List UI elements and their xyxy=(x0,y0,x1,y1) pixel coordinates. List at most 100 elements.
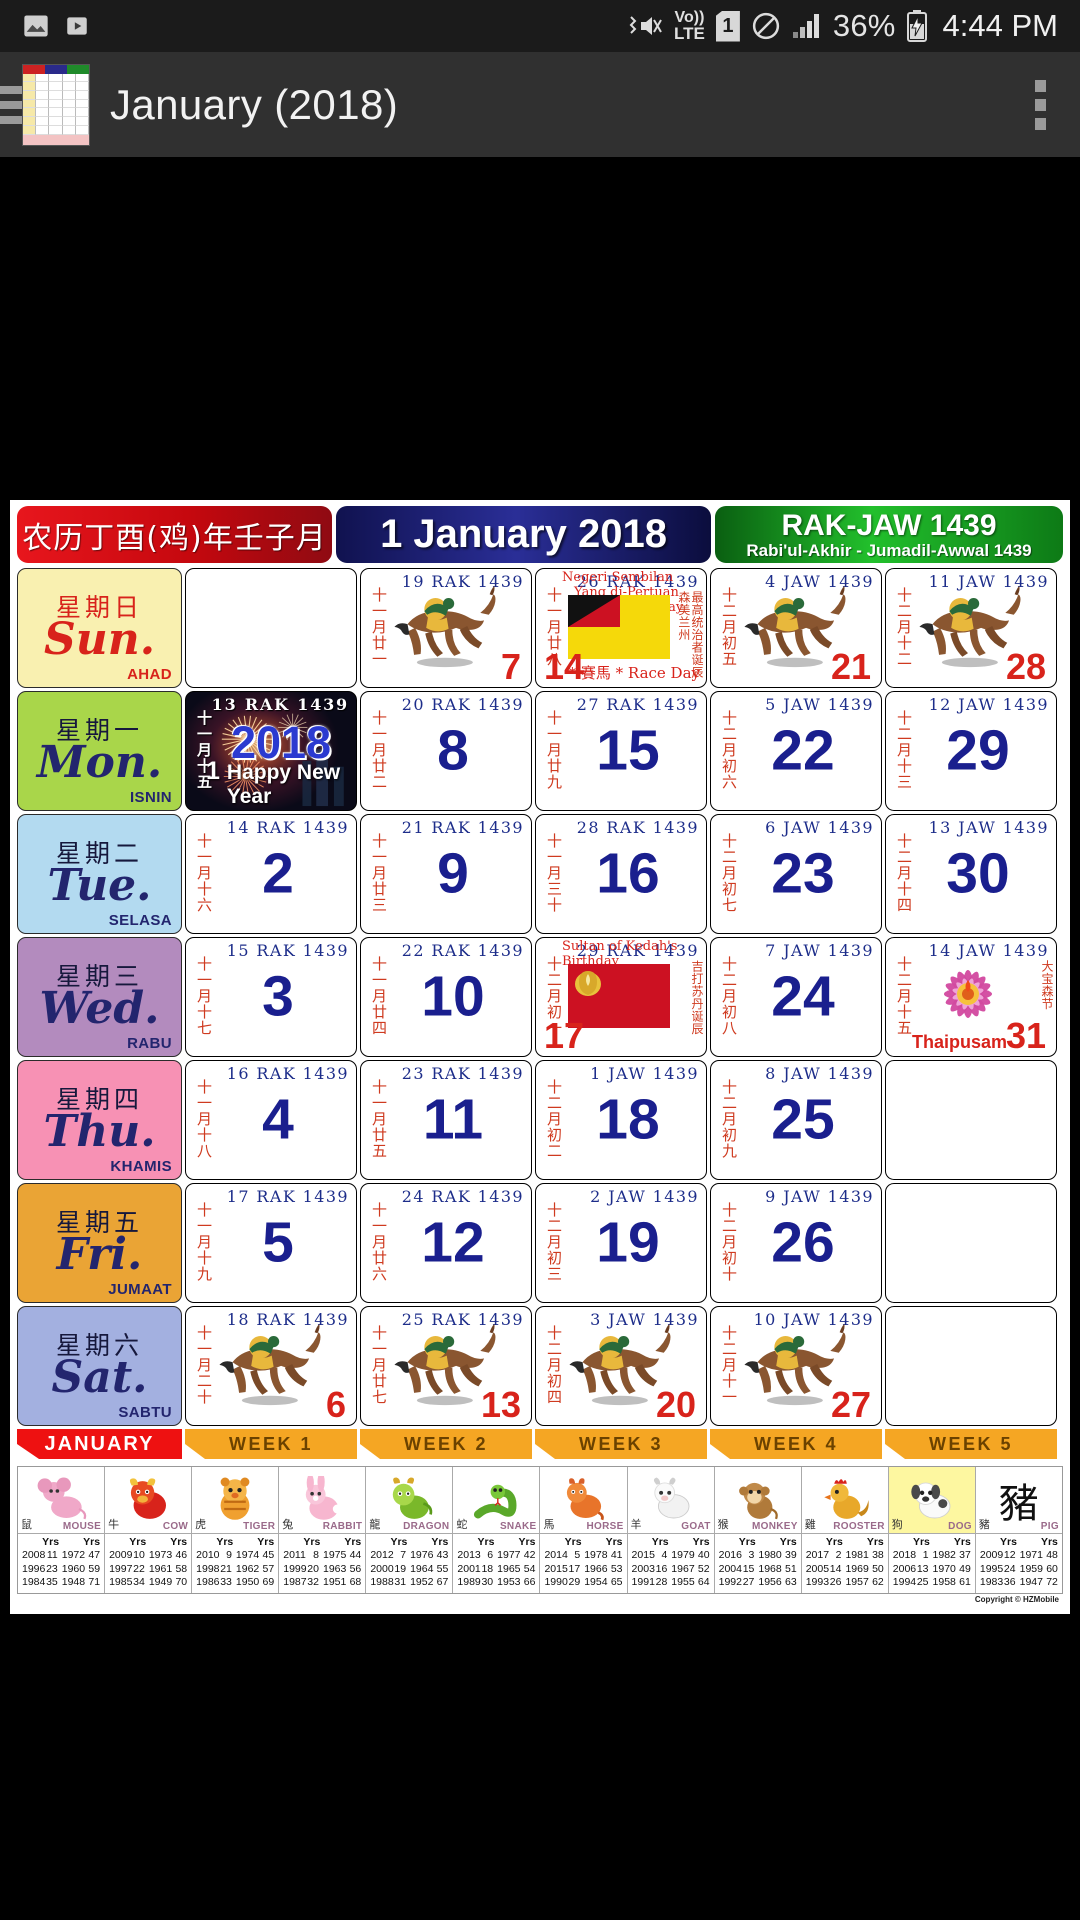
yrs-header-1: Yrs xyxy=(912,1536,930,1548)
age-value: 39 xyxy=(784,1549,797,1562)
age-value: 62 xyxy=(872,1576,884,1589)
date-cell-19[interactable]: 2 JAW 1439 十二月初三 19 xyxy=(535,1183,707,1303)
date-cell-30[interactable]: 13 JAW 1439 十二月十四 30 xyxy=(885,814,1057,934)
date-cell-6[interactable]: 18 RAK 1439 十一月二十 6 xyxy=(185,1306,357,1426)
date-cell-2[interactable]: 14 RAK 1439 十一月十六 2 xyxy=(185,814,357,934)
monkey-icon: 猴 MONKEY xyxy=(715,1467,801,1533)
date-cell-23[interactable]: 6 JAW 1439 十二月初七 23 xyxy=(710,814,882,934)
day-number: 4 xyxy=(262,1087,294,1152)
date-cell-10[interactable]: 22 RAK 1439 十一月廿四 10 xyxy=(360,937,532,1057)
date-cell-14[interactable]: 26 RAK 1439 十一月廿八 Negeri Sembilan Yang di-P… xyxy=(535,568,707,688)
age-value: 51 xyxy=(784,1562,797,1575)
day-number: 2 xyxy=(262,841,294,906)
weekday-header-khamis: 星期四 Thu. KHAMIS xyxy=(17,1060,182,1180)
day-number: 11 xyxy=(422,1087,484,1152)
yrs-header-2: Yrs xyxy=(866,1536,884,1548)
zodiac-year-row: 2016 3 1980 39 xyxy=(717,1549,799,1562)
year-value: 2008 xyxy=(22,1549,46,1562)
yrs-header-1: Yrs xyxy=(477,1536,495,1548)
age-value: 68 xyxy=(349,1576,362,1589)
date-cell-11[interactable]: 23 RAK 1439 十一月廿五 11 xyxy=(360,1060,532,1180)
date-cell-3[interactable]: 15 RAK 1439 十一月十七 3 xyxy=(185,937,357,1057)
year-value: 1971 xyxy=(1019,1549,1043,1562)
day-number: 3 xyxy=(262,964,294,1029)
age-value: 7 xyxy=(400,1549,407,1562)
zodiac-cell-dragon[interactable]: 龍 DRAGON Yrs Yrs 2012 7 1976 43 2000 19 1964 55 1988… xyxy=(366,1467,454,1593)
horse-race-icon xyxy=(387,583,499,669)
volte-icon: Vo)) LTE xyxy=(674,10,705,42)
date-cell-12[interactable]: 24 RAK 1439 十一月廿六 12 xyxy=(360,1183,532,1303)
zodiac-cell-pig[interactable]: 豬豬 PIG Yrs Yrs 2009 12 1971 48 1995 24 1959 60 1983 3… xyxy=(975,1467,1062,1593)
date-cell-28[interactable]: 11 JAW 1439 十二月十二 28 xyxy=(885,568,1057,688)
year-value: 2004 xyxy=(718,1562,742,1575)
zodiac-cell-goat[interactable]: 羊 GOAT Yrs Yrs 2015 4 1979 40 2003 16 1967 52 1991 28… xyxy=(627,1467,715,1593)
date-cell-17[interactable]: 29 RAK 1439 十二月初一 Sultan of Kedah's Birthd… xyxy=(535,937,707,1057)
year-value: 2005 xyxy=(805,1562,830,1575)
event-name-label: Thaipusam xyxy=(912,1032,1008,1052)
date-cell-16[interactable]: 28 RAK 1439 十一月三十 16 xyxy=(535,814,707,934)
date-cell-21[interactable]: 4 JAW 1439 十二月初五 21 xyxy=(710,568,882,688)
date-cell-29[interactable]: 12 JAW 1439 十二月十三 29 xyxy=(885,691,1057,811)
date-cell-20[interactable]: 3 JAW 1439 十二月初四 20 xyxy=(535,1306,707,1426)
date-cell-1[interactable]: 13 RAK 1439 十一月十五 2018 1 Happy New Year xyxy=(185,691,357,811)
year-value: 1950 xyxy=(235,1576,260,1589)
status-bar: Vo)) LTE 1 36% 4:44 PM xyxy=(0,0,1080,52)
year-value: 2018 xyxy=(892,1549,917,1562)
battery-percent-label: 36% xyxy=(832,8,896,43)
year-value: 1962 xyxy=(235,1562,260,1575)
hijri-date-label: 8 JAW 1439 xyxy=(765,1064,874,1083)
date-cell-5[interactable]: 17 RAK 1439 十一月十九 5 xyxy=(185,1183,357,1303)
hijri-date-label: 17 RAK 1439 xyxy=(226,1187,349,1206)
zodiac-name-label: RABBIT xyxy=(322,1521,363,1532)
status-system-icons: Vo)) LTE 1 36% 4:44 PM xyxy=(629,8,1058,44)
zodiac-cell-cow[interactable]: 牛 COW Yrs Yrs 2009 10 1973 46 1997 22 1961 58 1985 34… xyxy=(105,1467,193,1593)
hamburger-menu-icon[interactable] xyxy=(0,85,22,124)
date-cell-9[interactable]: 21 RAK 1439 十一月廿三 9 xyxy=(360,814,532,934)
year-value: 1982 xyxy=(932,1549,956,1562)
page-title: January (2018) xyxy=(110,80,399,128)
zodiac-cell-rooster[interactable]: 雞 ROOSTER Yrs Yrs 2017 2 1981 38 2005 14 1969 50 199… xyxy=(801,1467,889,1593)
age-value: 55 xyxy=(436,1562,449,1575)
year-value: 2011 xyxy=(283,1549,306,1562)
date-cell-18[interactable]: 1 JAW 1439 十二月初二 18 xyxy=(535,1060,707,1180)
date-cell-22[interactable]: 5 JAW 1439 十二月初六 22 xyxy=(710,691,882,811)
lunar-date-label: 十一月廿七 xyxy=(370,1325,388,1405)
zodiac-year-row: 1985 34 1949 70 xyxy=(107,1576,189,1589)
zodiac-year-row: 2012 7 1976 43 xyxy=(368,1549,450,1562)
date-cell-8[interactable]: 20 RAK 1439 十一月廿二 8 xyxy=(360,691,532,811)
zodiac-cell-rabbit[interactable]: 兔 RABBIT Yrs Yrs 2011 8 1975 44 1999 20 1963 56 1987… xyxy=(279,1467,367,1593)
day-number: 20 xyxy=(655,1384,696,1425)
date-cell-15[interactable]: 27 RAK 1439 十一月廿九 15 xyxy=(535,691,707,811)
zodiac-cell-tiger[interactable]: 虎 TIGER Yrs Yrs 2010 9 1974 45 1998 21 1962 57 1986 3… xyxy=(192,1467,280,1593)
weekday-column: 星期日 Sun. AHAD 星期一 Mon. ISNIN 星期二 Tue. SELASA 星期三 W… xyxy=(17,568,182,1459)
date-cell-24[interactable]: 7 JAW 1439 十二月初八 24 xyxy=(710,937,882,1057)
zodiac-cell-snake[interactable]: 蛇 SNAKE Yrs Yrs 2013 6 1977 42 2001 18 1965 54 1989 3… xyxy=(453,1467,541,1593)
age-value: 53 xyxy=(610,1562,623,1575)
age-value: 11 xyxy=(46,1549,58,1562)
zodiac-cell-dog[interactable]: 狗 DOG Yrs Yrs 2018 1 1982 37 2006 13 1970 49 1994 25 1… xyxy=(888,1467,976,1593)
hijri-date-label: 21 RAK 1439 xyxy=(401,818,524,837)
zodiac-year-row: 1999 20 1963 56 xyxy=(281,1563,363,1576)
age-value: 21 xyxy=(220,1562,232,1575)
date-cell-25[interactable]: 8 JAW 1439 十二月初九 25 xyxy=(710,1060,882,1180)
date-cell-7[interactable]: 19 RAK 1439 十一月廿一 7 xyxy=(360,568,532,688)
day-number: 19 xyxy=(596,1210,660,1275)
yrs-header-2: Yrs xyxy=(953,1536,971,1548)
date-cell-31[interactable]: 14 JAW 1439 十二月十五 大宝森节 Thaipusam 31 xyxy=(885,937,1057,1057)
zodiac-cell-mouse[interactable]: 鼠 MOUSE Yrs Yrs 2008 11 1972 47 1996 23 1960 59 1984… xyxy=(18,1467,106,1593)
overflow-menu-icon[interactable] xyxy=(1035,79,1046,130)
age-value: 15 xyxy=(742,1562,755,1575)
year-value: 1993 xyxy=(805,1576,830,1589)
date-cell-27[interactable]: 10 JAW 1439 十二月十一 27 xyxy=(710,1306,882,1426)
zodiac-cell-monkey[interactable]: 猴 MONKEY Yrs Yrs 2016 3 1980 39 2004 15 1968 51 1992… xyxy=(714,1467,802,1593)
zodiac-years-table: Yrs Yrs 2010 9 1974 45 1998 21 1962 57 1986 33 1950 6… xyxy=(192,1533,279,1593)
zodiac-year-row: 2014 5 1978 41 xyxy=(542,1549,624,1562)
weekday-header-ahad: 星期日 Sun. AHAD xyxy=(17,568,182,688)
zodiac-cell-horse[interactable]: 馬 HORSE Yrs Yrs 2014 5 1978 41 2015 17 1966 53 1990 2… xyxy=(540,1467,628,1593)
age-value: 45 xyxy=(262,1549,275,1562)
zodiac-year-row: 1998 21 1962 57 xyxy=(194,1563,276,1576)
date-cell-4[interactable]: 16 RAK 1439 十一月十八 4 xyxy=(185,1060,357,1180)
date-cell-13[interactable]: 25 RAK 1439 十一月廿七 13 xyxy=(360,1306,532,1426)
year-value: 1991 xyxy=(631,1576,655,1589)
date-cell-26[interactable]: 9 JAW 1439 十二月初十 26 xyxy=(710,1183,882,1303)
